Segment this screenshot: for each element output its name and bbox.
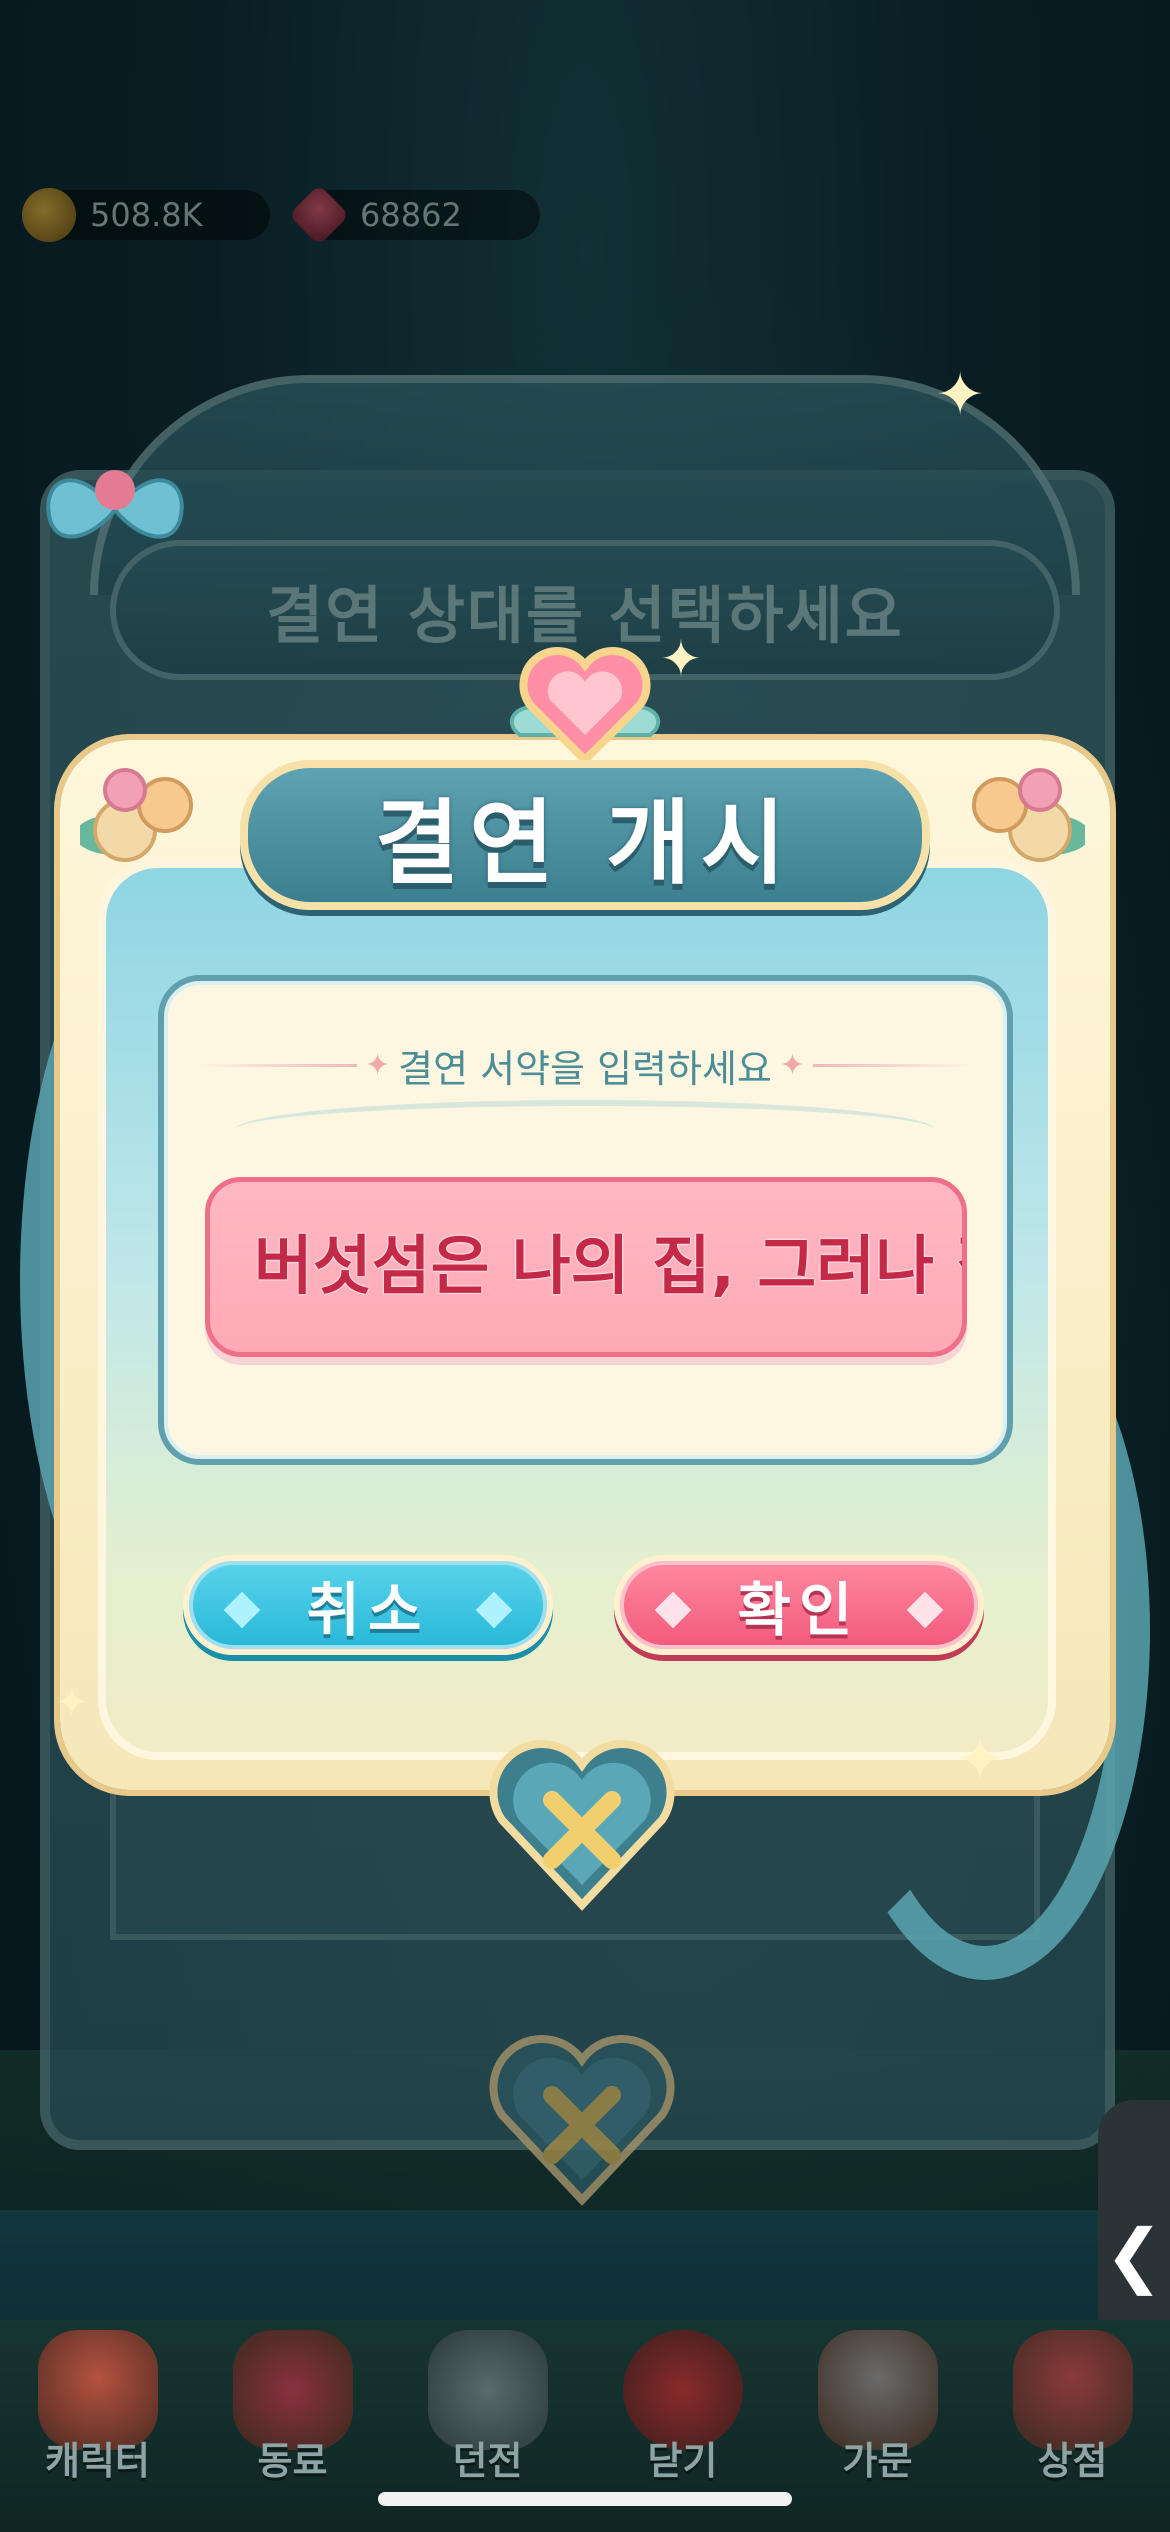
nav-item-companion[interactable]: 동료 — [195, 2320, 390, 2532]
nav-label: 가문 — [842, 2439, 913, 2483]
vow-prompt-row: ✦ 결연 서약을 입력하세요 ✦ — [195, 1047, 976, 1091]
sparkle-icon: ✦ — [935, 360, 986, 430]
vow-prompt: 결연 서약을 입력하세요 — [398, 1046, 772, 1091]
nav-item-shop[interactable]: 상점 — [975, 2320, 1170, 2532]
sparkle-icon: ✦ — [364, 1047, 391, 1083]
diamond-icon — [223, 1591, 261, 1629]
vow-input[interactable]: 버섯섬은 나의 집, 그러나 집/ — [205, 1177, 967, 1357]
bow-icon — [46, 470, 184, 539]
nav-label: 캐릭터 — [45, 2439, 150, 2483]
pact-dialog-title: 결연 개시 — [374, 789, 796, 897]
close-heart-icon[interactable] — [487, 1735, 677, 1915]
sparkle-icon: ✦ — [55, 1680, 89, 1726]
diamond-icon — [906, 1591, 944, 1629]
diamond-icon — [654, 1591, 692, 1629]
chevron-left-icon: ❮ — [1104, 2214, 1164, 2296]
nav-item-character[interactable]: 캐릭터 — [0, 2320, 195, 2532]
divider-right — [813, 1063, 976, 1067]
swirl-decoration — [235, 1100, 935, 1160]
nav-label: 닫기 — [647, 2439, 718, 2483]
heart-ornament-icon — [510, 647, 660, 766]
diamond-icon — [475, 1591, 513, 1629]
divider-left — [195, 1063, 357, 1067]
nav-label: 상점 — [1037, 2439, 1108, 2483]
sparkle-icon: ✦ — [779, 1047, 806, 1083]
nav-label: 동료 — [257, 2439, 328, 2483]
nav-item-family[interactable]: 가문 — [780, 2320, 975, 2532]
confirm-button-label: 확인 — [737, 1576, 861, 1644]
confirm-button[interactable]: 확인 — [614, 1555, 984, 1655]
cancel-button-label: 취소 — [306, 1576, 430, 1644]
home-indicator[interactable] — [378, 2492, 792, 2506]
cancel-button[interactable]: 취소 — [183, 1555, 553, 1655]
sparkle-icon: ✦ — [955, 1725, 1006, 1795]
nav-label: 던전 — [452, 2439, 523, 2483]
sparkle-icon: ✦ — [660, 630, 702, 688]
pact-title-plate: 결연 개시 — [240, 760, 930, 910]
flower-bouquet-left-icon — [80, 768, 193, 862]
flower-bouquet-right-icon — [972, 768, 1085, 862]
